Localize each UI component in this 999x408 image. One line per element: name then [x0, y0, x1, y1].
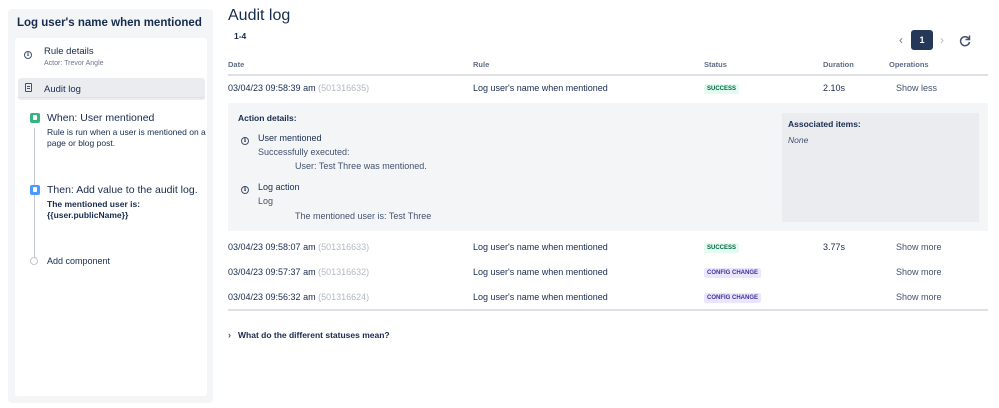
- row-status: SUCCESS: [704, 79, 740, 97]
- add-component-dot-icon: [30, 257, 38, 265]
- rule-details-label: Rule details: [44, 46, 94, 57]
- detail-heading: Log action: [258, 182, 300, 192]
- action-details-panel: Action details: i User mentioned Success…: [228, 103, 988, 231]
- rule-steps-card: i Rule details Actor: Trevor Angle Audit…: [15, 38, 207, 396]
- status-badge: CONFIG CHANGE: [704, 267, 761, 278]
- detail-message: User: Test Three was mentioned.: [295, 161, 427, 171]
- row-date: 03/04/23 09:58:39 am (501316635): [228, 79, 369, 97]
- audit-log-label: Audit log: [44, 84, 81, 95]
- row-rule: Log user's name when mentioned: [473, 267, 608, 277]
- detail-sub: Log: [258, 196, 274, 206]
- flow-connector: [34, 128, 35, 263]
- actor-text: Actor: Trevor Angle: [44, 60, 104, 67]
- row-status: CONFIG CHANGE: [704, 263, 761, 281]
- execution-id: (501316624): [318, 292, 370, 302]
- show-more-link[interactable]: Show more: [896, 288, 942, 306]
- page-1-button[interactable]: 1: [911, 30, 933, 50]
- info-icon: i: [241, 134, 249, 145]
- audit-log-action-icon: [30, 185, 40, 195]
- row-date: 03/04/23 09:57:37 am (501316632): [228, 263, 369, 281]
- rule-sidebar: Log user's name when mentioned i Rule de…: [8, 9, 213, 403]
- row-status: SUCCESS: [704, 238, 740, 256]
- row-rule: Log user's name when mentioned: [473, 292, 608, 302]
- table-row: 03/04/23 09:58:07 am (501316633) Log use…: [228, 238, 988, 256]
- date-text: 03/04/23 09:58:07 am: [228, 242, 316, 252]
- trigger-description: Rule is run when a user is mentioned on …: [47, 127, 206, 148]
- show-more-link[interactable]: Show more: [896, 238, 942, 256]
- column-header-rule: Rule: [473, 60, 490, 69]
- add-component-button[interactable]: Add component: [47, 256, 110, 266]
- associated-items-value: None: [788, 135, 809, 145]
- column-header-status: Status: [704, 60, 727, 69]
- action-description: The mentioned user is: {{user.publicName…: [47, 199, 141, 220]
- column-header-operations: Operations: [889, 60, 929, 69]
- sidebar-divider: [18, 97, 205, 98]
- table-row: 03/04/23 09:58:39 am (501316635) Log use…: [228, 79, 988, 97]
- chevron-right-icon: ›: [228, 330, 231, 340]
- table-header-divider: [228, 74, 988, 76]
- execution-id: (501316633): [318, 242, 370, 252]
- row-duration: 2.10s: [823, 83, 846, 93]
- row-status: CONFIG CHANGE: [704, 288, 761, 306]
- column-header-duration: Duration: [823, 60, 854, 69]
- page-title: Audit log: [228, 7, 291, 24]
- execution-id: (501316632): [318, 267, 370, 277]
- row-date: 03/04/23 09:56:32 am (501316624): [228, 288, 369, 306]
- action-title[interactable]: Then: Add value to the audit log.: [47, 184, 198, 196]
- date-text: 03/04/23 09:58:39 am: [228, 83, 316, 93]
- row-duration: 3.77s: [823, 242, 846, 252]
- refresh-icon[interactable]: [958, 34, 972, 48]
- row-rule: Log user's name when mentioned: [473, 242, 608, 252]
- chevron-left-icon[interactable]: ‹: [894, 32, 908, 48]
- date-text: 03/04/23 09:57:37 am: [228, 267, 316, 277]
- trigger-title[interactable]: When: User mentioned: [47, 112, 154, 124]
- result-range: 1-4: [234, 31, 247, 41]
- status-badge: SUCCESS: [704, 83, 740, 94]
- row-date: 03/04/23 09:58:07 am (501316633): [228, 238, 369, 256]
- associated-items-title: Associated items:: [788, 119, 861, 129]
- statuses-help-toggle[interactable]: › What do the different statuses mean?: [228, 330, 390, 340]
- info-icon: i: [241, 183, 249, 194]
- table-row: 03/04/23 09:56:32 am (501316624) Log use…: [228, 288, 988, 306]
- show-less-link[interactable]: Show less: [896, 79, 937, 97]
- sidebar-item-rule-details[interactable]: i Rule details Actor: Trevor Angle: [18, 41, 205, 69]
- status-badge: SUCCESS: [704, 242, 740, 253]
- detail-heading: User mentioned: [258, 133, 322, 143]
- show-more-link[interactable]: Show more: [896, 263, 942, 281]
- rule-title: Log user's name when mentioned: [17, 17, 202, 29]
- statuses-help-label: What do the different statuses mean?: [238, 330, 390, 340]
- document-icon: [23, 83, 33, 93]
- associated-items-box: Associated items: None: [782, 113, 979, 222]
- table-row: 03/04/23 09:57:37 am (501316632) Log use…: [228, 263, 988, 281]
- column-header-date: Date: [228, 60, 245, 69]
- chevron-right-icon[interactable]: ›: [935, 32, 949, 48]
- status-badge: CONFIG CHANGE: [704, 292, 761, 303]
- action-details-title: Action details:: [238, 113, 297, 123]
- user-mentioned-trigger-icon: [30, 113, 40, 123]
- execution-id: (501316635): [318, 83, 370, 93]
- info-icon: i: [23, 48, 33, 59]
- table-bottom-divider: [228, 309, 988, 311]
- detail-sub: Successfully executed:: [258, 147, 350, 157]
- row-rule: Log user's name when mentioned: [473, 83, 608, 93]
- date-text: 03/04/23 09:56:32 am: [228, 292, 316, 302]
- detail-message: The mentioned user is: Test Three: [295, 211, 432, 221]
